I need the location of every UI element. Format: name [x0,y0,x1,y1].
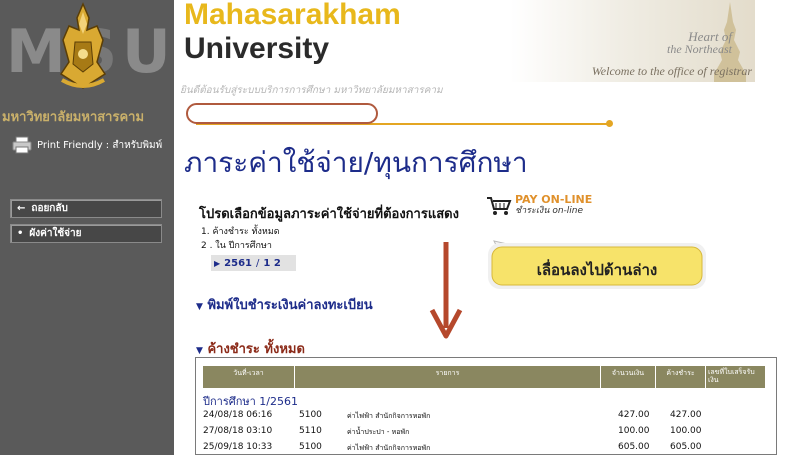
table-row-3-amount: 605.00 [618,442,650,452]
column-header-item: รายการ [295,366,601,388]
pay-online-subtitle: ชำระเงิน on-line [515,206,584,216]
table-row-3-desc: ค่าไฟฟ้า สำนักกิจการหอพัก [347,444,431,452]
triangle-down-icon: ▼ [196,346,203,356]
academic-year-link[interactable]: ▶ 2561 / 1 2 [211,255,296,271]
expense-chart-button[interactable]: • ผังค่าใช้จ่าย [10,224,162,243]
table-row-2-amount: 100.00 [618,426,650,436]
table-row-1-code: 5100 [299,410,322,420]
owing-section-label: ค้างชำระ ทั้งหมด [207,342,305,357]
back-button-label: ถอยกลับ [31,203,68,214]
table-row-1-desc: ค่าไฟฟ้า สำนักกิจการหอพัก [347,412,431,420]
triangle-right-icon: ▶ [214,258,221,268]
pay-online-title: PAY ON-LINE [515,193,593,206]
back-arrow-icon: ← [17,203,26,214]
selection-prompt: โปรดเลือกข้อมูลภาระค่าใช้จ่ายที่ต้องการแ… [199,207,459,222]
brand-name-line2: University [184,32,330,65]
tagline: Heart of the Northeast [667,30,732,56]
print-friendly-link[interactable]: Print Friendly : สำหรับพิมพ์ [12,136,162,154]
table-row-2-datetime: 27/08/18 03:10 [203,426,273,436]
university-name-thai: มหาวิทยาลัยมหาสารคาม [2,110,145,125]
table-row-2-owing: 100.00 [670,426,702,436]
option-all-owing[interactable]: 1. ค้างชำระ ทั้งหมด [201,224,280,238]
column-header-datetime: วันที่-เวลา [203,366,295,388]
annotation-oval [186,103,378,124]
bullet-icon: • [17,228,24,239]
column-header-receipt: เลขที่ใบเสร็จรับเงิน [706,366,766,388]
table-row-1-amount: 427.00 [618,410,650,420]
column-header-amount: จำนวนเงิน [601,366,656,388]
triangle-down-icon: ▼ [196,302,203,312]
print-friendly-label: Print Friendly : สำหรับพิมพ์ [37,139,163,151]
academic-term-value: 1 2 [263,257,281,269]
university-crest-logo [59,2,107,89]
callout-text: เลื่อนลงไปด้านล่าง [536,261,658,279]
header-subtitle: ยินดีต้อนรับสู่ระบบบริการการศึกษา มหาวิท… [180,85,443,96]
option-academic-year[interactable]: 2 . ใน ปีการศึกษา [201,238,272,252]
print-registration-fee-link[interactable]: ▼ พิมพ์ใบชำระเงินค่าลงทะเบียน [196,294,373,315]
owing-section-heading: ▼ ค้างชำระ ทั้งหมด [196,338,305,359]
shopping-cart-icon [487,196,512,215]
table-row-2-desc: ค่าน้ำประปา - หอพัก [347,428,410,436]
table-row-3-datetime: 25/09/18 10:33 [203,442,273,452]
academic-year-value: 2561 [224,257,252,269]
brand-name-line1: Mahasarakham [184,0,401,31]
tagline-line2: the Northeast [667,42,732,56]
expense-chart-label: ผังค่าใช้จ่าย [29,228,82,239]
back-button[interactable]: ← ถอยกลับ [10,199,162,218]
owing-table: วันที่-เวลา รายการ จำนวนเงิน ค้างชำระ เล… [195,357,777,455]
table-row-1-datetime: 24/08/18 06:16 [203,410,273,420]
printer-icon [12,136,32,154]
print-registration-fee-label: พิมพ์ใบชำระเงินค่าลงทะเบียน [207,298,373,313]
page-title: ภาระค่าใช้จ่าย/ทุนการศึกษา [184,146,528,179]
logo-letter-u: U [122,17,171,87]
table-row-3-code: 5100 [299,442,322,452]
pay-online-button[interactable]: PAY ON-LINE ชำระเงิน on-line [486,194,592,217]
welcome-text: Welcome to the office of registrar [591,64,752,78]
column-header-owing: ค้างชำระ [656,366,706,388]
scroll-down-arrow-annotation [429,242,463,339]
table-row-2-code: 5110 [299,426,322,436]
year-separator: / [256,257,260,269]
divider-dot [606,120,613,127]
academic-year-group-label: ปีการศึกษา 1/2561 [203,395,298,408]
table-row-3-owing: 605.00 [670,442,702,452]
table-row-1-owing: 427.00 [670,410,702,420]
